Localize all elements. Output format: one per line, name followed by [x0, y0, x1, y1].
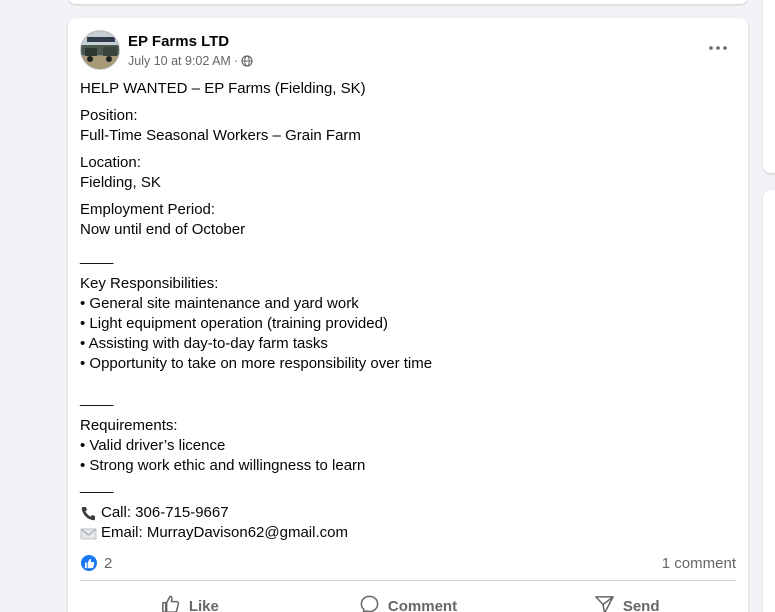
avatar[interactable]: [80, 30, 120, 70]
location-label: Location:: [80, 154, 141, 171]
call-text: Call: 306-715-9667: [101, 504, 229, 521]
previous-post-card: [68, 0, 748, 4]
text-divider: ____: [80, 477, 114, 494]
post-card: EP Farms LTD July 10 at 9:02 AM · HELP W…: [68, 18, 748, 612]
thumbs-up-icon: [160, 594, 181, 612]
position-label: Position:: [80, 107, 138, 124]
post-meta: July 10 at 9:02 AM ·: [128, 54, 253, 68]
comment-label: Comment: [387, 597, 458, 612]
reactions-summary[interactable]: 2: [80, 554, 112, 572]
send-label: Send: [622, 597, 660, 612]
more-options-icon[interactable]: [706, 38, 730, 58]
comment-count[interactable]: 1 comment: [662, 555, 736, 572]
meta-separator: ·: [233, 54, 239, 68]
position-value: Full-Time Seasonal Workers – Grain Farm: [80, 127, 361, 144]
timestamp[interactable]: July 10 at 9:02 AM: [128, 54, 231, 68]
requirements-label: Requirements:: [80, 417, 178, 434]
sidebar-card: [763, 190, 775, 612]
responsibility-item: • Opportunity to take on more responsibi…: [80, 355, 433, 372]
envelope-icon: [80, 525, 97, 542]
email-line: Email: MurrayDavison62@gmail.com: [80, 523, 730, 543]
location-value: Fielding, SK: [80, 174, 161, 191]
author-name[interactable]: EP Farms LTD: [128, 33, 229, 50]
period-label: Employment Period:: [80, 201, 216, 218]
email-text[interactable]: Email: MurrayDavison62@gmail.com: [101, 523, 348, 543]
period-value: Now until end of October: [80, 221, 246, 238]
requirement-item: • Strong work ethic and willingness to l…: [80, 457, 366, 474]
responsibility-item: • Light equipment operation (training pr…: [80, 315, 388, 332]
like-reaction-icon: [80, 554, 98, 572]
post-title: HELP WANTED – EP Farms (Fielding, SK): [80, 80, 366, 97]
reaction-count[interactable]: 2: [104, 555, 112, 572]
post-actions: Like Comment Send: [80, 588, 736, 612]
requirement-item: • Valid driver’s licence: [80, 437, 226, 454]
send-icon: [594, 594, 615, 612]
sidebar-card: [763, 0, 775, 173]
globe-icon[interactable]: [241, 55, 253, 67]
send-button[interactable]: Send: [517, 588, 736, 612]
text-divider: ____: [80, 248, 114, 265]
like-label: Like: [188, 597, 219, 612]
like-button[interactable]: Like: [80, 588, 299, 612]
responsibilities-label: Key Responsibilities:: [80, 275, 219, 292]
responsibility-item: • General site maintenance and yard work: [80, 295, 359, 312]
post-body: HELP WANTED – EP Farms (Fielding, SK) Po…: [80, 79, 730, 543]
call-line: Call: 306-715-9667: [80, 503, 730, 523]
comment-button[interactable]: Comment: [299, 588, 518, 612]
responsibility-item: • Assisting with day-to-day farm tasks: [80, 335, 328, 352]
divider: [80, 580, 736, 581]
comment-icon: [359, 594, 380, 612]
phone-icon: [80, 505, 97, 522]
text-divider: ____: [80, 390, 114, 407]
